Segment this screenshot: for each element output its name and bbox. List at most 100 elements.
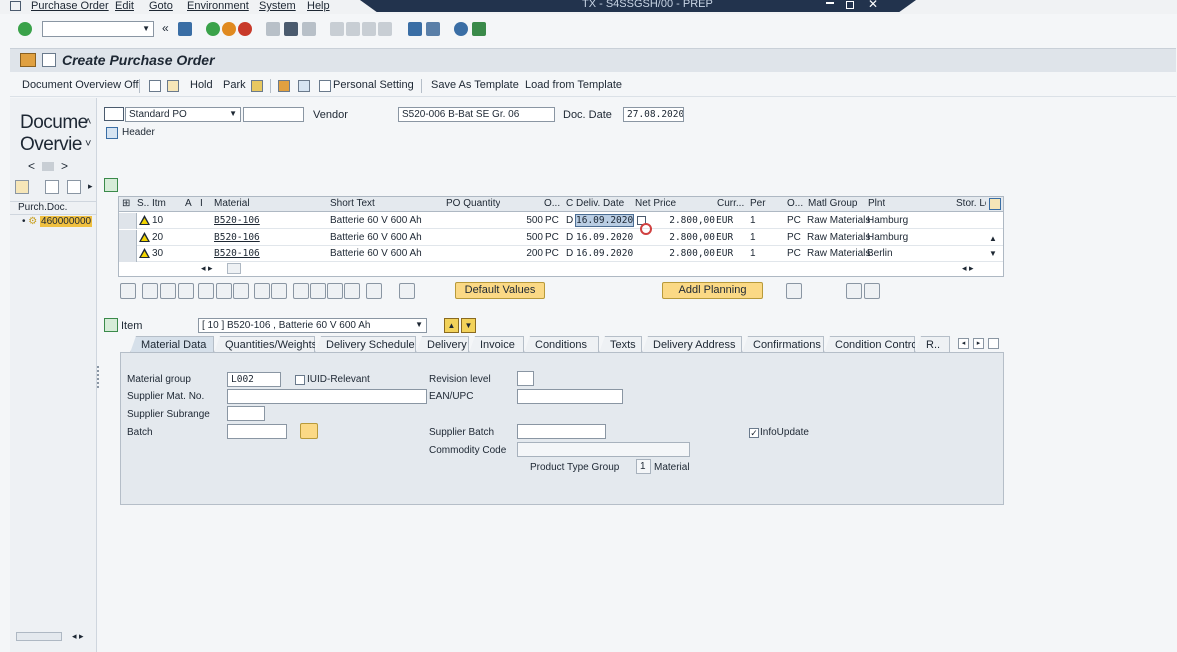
check-icon[interactable] [251,80,263,92]
scroll-up-icon[interactable]: ▲ [989,234,997,243]
plant[interactable]: Hamburg [867,215,908,226]
deselect-all-icon[interactable] [178,283,194,299]
material-group-field[interactable]: L002 [227,372,281,387]
vendor-field[interactable]: S520-006 B-Bat SE Gr. 06 [398,107,555,122]
unlock-icon[interactable] [233,283,249,299]
menu-icon[interactable] [42,53,56,67]
col-short-text[interactable]: Short Text [330,198,375,209]
col-material[interactable]: Material [214,198,250,209]
hold-button[interactable]: Hold [190,79,213,91]
col-c[interactable]: C [566,198,573,209]
new-session-icon[interactable] [408,22,422,36]
personal-setting-button[interactable]: Personal Setting [333,79,414,91]
menu-purchase-order[interactable]: Purchase Order [31,0,109,12]
col-po-quantity[interactable]: PO Quantity [446,198,500,209]
material-group[interactable]: Raw Materials [807,232,870,243]
sort-ascending-icon[interactable] [293,283,309,299]
tab-material-data[interactable]: Material Data [130,336,214,353]
tab-more[interactable]: R.. [915,336,950,353]
net-price[interactable]: 2.800,00 [649,248,715,259]
table-row[interactable]: 30 B520-106 Batterie 60 V 600 Ah 200 PC … [119,246,1003,262]
col-item[interactable]: Itm [152,198,166,209]
tab-delivery-address[interactable]: Delivery Address [642,336,742,353]
new-document-icon[interactable] [149,80,161,92]
ean-upc-field[interactable] [517,389,623,404]
more-icon[interactable]: ▸ [88,181,93,192]
material-link[interactable]: B520-106 [214,248,260,259]
row-selector[interactable] [119,246,137,262]
col-config-icon[interactable]: ⊞ [122,198,130,209]
net-price[interactable]: 2.800,00 [649,232,715,243]
scroll-arrows-icon[interactable]: ◂ ▸ [72,631,84,642]
net-price[interactable]: 2.800,00 [649,215,715,226]
supplier-mat-no-field[interactable] [227,389,427,404]
tab-delivery[interactable]: Delivery [416,336,469,353]
tab-condition-control[interactable]: Condition Control [824,336,915,353]
commodity-code-field[interactable] [517,442,690,457]
short-text[interactable]: Batterie 60 V 600 Ah [330,248,422,259]
currency[interactable]: EUR [716,232,733,243]
order-unit[interactable]: PC [545,248,559,259]
header-toggle-icon[interactable] [106,127,118,139]
product-type-group-field[interactable]: 1 [636,459,651,474]
currency[interactable]: EUR [716,215,733,226]
tree-item-label[interactable]: 460000000 [40,216,93,227]
order-price-unit[interactable]: PC [787,215,801,226]
copy-icon[interactable] [254,283,270,299]
material-link[interactable]: B520-106 [214,232,260,243]
material-link[interactable]: B520-106 [214,215,260,226]
col-order-unit[interactable]: O... [544,198,560,209]
shortcut-icon[interactable] [426,22,440,36]
date-category[interactable]: D [566,248,573,259]
save-as-template-button[interactable]: Save As Template [431,79,519,91]
plant[interactable]: Hamburg [867,232,908,243]
addl-planning-button[interactable]: Addl Planning [662,282,763,299]
order-type-select[interactable]: Standard PO ▼ [125,107,241,122]
col-order-price-unit[interactable]: O... [787,198,803,209]
col-net-price[interactable]: Net Price [635,198,676,209]
command-field[interactable]: ▼ [42,21,154,37]
order-price-unit[interactable]: PC [787,232,801,243]
batch-field[interactable] [227,424,287,439]
item-overview-toggle-icon[interactable] [104,178,118,192]
col-i[interactable]: I [200,198,203,209]
find-next-icon[interactable] [302,22,316,36]
menu-edit[interactable]: Edit [115,0,134,12]
po-quantity[interactable]: 500 [446,232,543,243]
park-button[interactable]: Park [223,79,246,91]
col-plant[interactable]: Plnt [868,198,885,209]
po-quantity[interactable]: 500 [446,215,543,226]
material-group[interactable]: Raw Materials [807,248,870,259]
load-from-template-button[interactable]: Load from Template [525,79,622,91]
tab-scroll-right-icon[interactable]: ▸ [973,338,984,349]
tree-item[interactable]: • ⚙ 460000000 [22,216,93,227]
layout-icon[interactable] [472,22,486,36]
tab-conditions[interactable]: Conditions [524,336,599,353]
tab-quantities-weights[interactable]: Quantities/Weights [214,336,315,353]
tab-list-icon[interactable] [988,338,999,349]
other-document-icon[interactable] [167,80,179,92]
select-block-icon[interactable] [160,283,176,299]
previous-item-button[interactable]: ▲ [444,318,459,333]
doc-date-field[interactable]: 27.08.2020 [623,107,684,122]
collapse-icon[interactable]: « [162,21,169,35]
filter-icon[interactable] [310,283,326,299]
back-icon[interactable] [206,22,220,36]
first-page-icon[interactable] [330,22,344,36]
find-icon[interactable] [284,22,298,36]
price-unit[interactable]: 1 [750,232,756,243]
row-selector[interactable] [119,230,137,246]
horizontal-scroll-arrows-icon[interactable]: ◂ ▸ [201,263,213,274]
scroll-down-icon[interactable]: ▼ [989,249,997,258]
last-page-icon[interactable] [378,22,392,36]
selection-variant-icon[interactable] [15,180,29,194]
order-unit[interactable]: PC [545,215,559,226]
lock-icon[interactable] [216,283,232,299]
plant[interactable]: Berlin [867,248,893,259]
info-update-checkbox[interactable]: ✓ [749,428,759,438]
details-icon[interactable] [120,283,136,299]
po-number-field[interactable] [243,107,304,122]
menu-help[interactable]: Help [307,0,330,12]
supplier-batch-field[interactable] [517,424,606,439]
display-icon[interactable] [399,283,415,299]
